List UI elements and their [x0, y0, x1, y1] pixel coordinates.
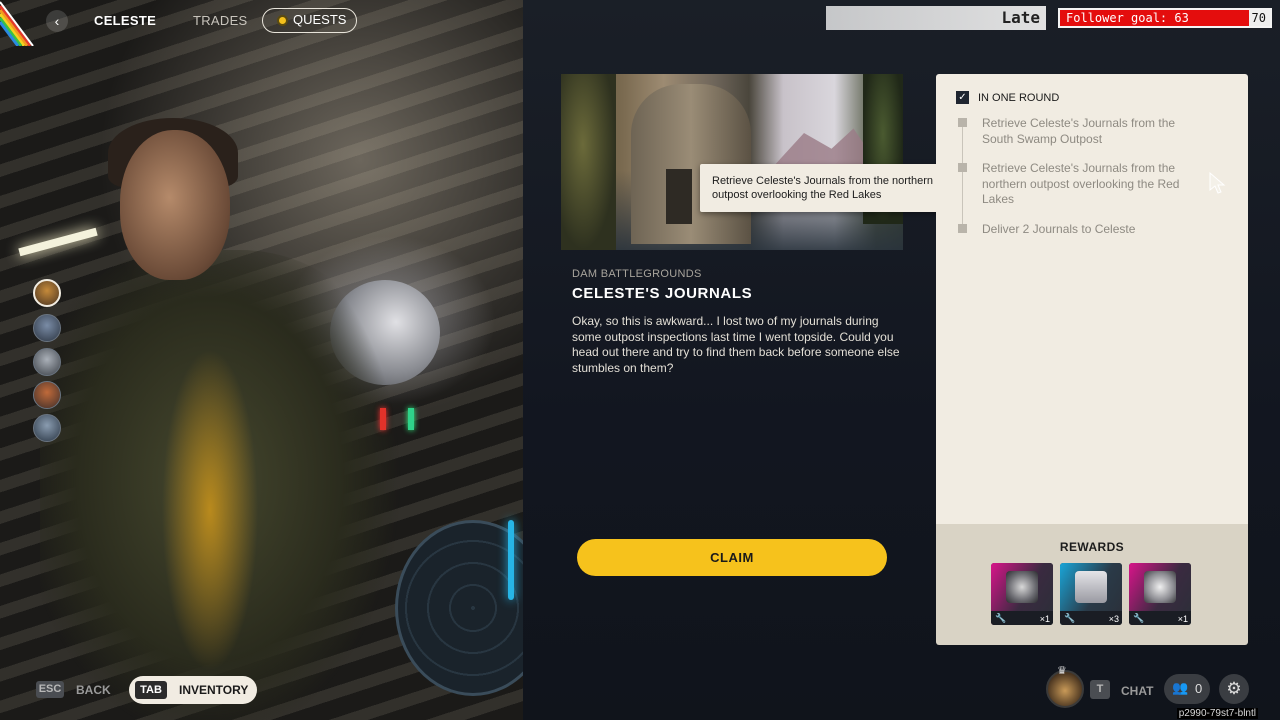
follower-goal-bar: Follower goal: 63 70	[1058, 8, 1272, 28]
wall-lamp	[18, 227, 98, 257]
settings-button[interactable]: ⚙	[1219, 674, 1249, 704]
character-portrait	[0, 0, 523, 720]
stream-rainbow-decoration	[0, 1, 34, 46]
late-label: Late	[1001, 8, 1040, 27]
inventory-label: INVENTORY	[179, 683, 249, 697]
esc-key-hint: ESC	[36, 681, 64, 698]
quest-description: Okay, so this is awkward... I lost two o…	[572, 314, 900, 375]
green-indicator-light	[408, 408, 414, 430]
reward-item-3[interactable]: 🔧 ×1	[1129, 563, 1191, 625]
reward-footer: 🔧 ×1	[991, 611, 1053, 625]
party-count: 0	[1195, 681, 1203, 696]
scrap-parts-icon	[1144, 571, 1176, 603]
image-tree-left	[561, 74, 616, 250]
quest-thumbnail-5[interactable]	[33, 414, 61, 442]
chat-button[interactable]: CHAT	[1121, 684, 1153, 698]
objective-item: Retrieve Celeste's Journals from the nor…	[982, 161, 1180, 206]
radar-console	[395, 520, 523, 696]
reward-item-2[interactable]: 🔧 ×3	[1060, 563, 1122, 625]
follower-goal-text: Follower goal: 63	[1066, 11, 1189, 25]
wrench-icon: 🔧	[995, 613, 1007, 623]
party-button[interactable]: 👥 0	[1164, 674, 1210, 704]
quest-dot-icon	[279, 17, 286, 24]
image-outpost-door	[666, 169, 692, 224]
tab-celeste[interactable]: CELESTE	[94, 13, 156, 28]
objective-item: Deliver 2 Journals to Celeste	[982, 222, 1136, 236]
character-body	[40, 250, 400, 720]
quest-zone: DAM BATTLEGROUNDS	[572, 268, 702, 280]
reward-item-1[interactable]: 🔧 ×1	[991, 563, 1053, 625]
mechanical-component-icon	[1006, 571, 1038, 603]
quest-thumbnail-2[interactable]	[33, 314, 61, 342]
quest-thumbnail-1[interactable]	[33, 279, 61, 307]
party-members-icon: 👥	[1172, 680, 1189, 695]
radar-glow	[508, 520, 514, 600]
objectives-connector-line	[962, 124, 963, 232]
objective-marker-icon	[958, 118, 967, 127]
claim-button[interactable]: CLAIM	[577, 539, 887, 576]
wrench-icon: 🔧	[1064, 613, 1076, 623]
quest-location-image	[561, 74, 903, 250]
build-id: p2990-79st7-blntl	[1176, 708, 1258, 719]
chat-key-hint: T	[1090, 680, 1110, 699]
objective-marker-icon	[958, 163, 967, 172]
tab-key-hint: TAB	[135, 681, 167, 699]
inventory-button[interactable]: TAB INVENTORY	[129, 676, 257, 704]
wrench-icon: 🔧	[1133, 613, 1145, 623]
objective-marker-icon	[958, 224, 967, 233]
reward-quantity: ×1	[1177, 614, 1188, 624]
gear-icon: ⚙	[1226, 679, 1242, 698]
mouse-cursor-icon	[1209, 172, 1226, 194]
reward-footer: 🔧 ×1	[1129, 611, 1191, 625]
chevron-left-icon: ‹	[54, 13, 60, 29]
quest-thumbnail-4[interactable]	[33, 381, 61, 409]
tab-trades[interactable]: TRADES	[193, 13, 248, 28]
tab-quests-label: QUESTS	[293, 12, 347, 27]
rewards-title: REWARDS	[1059, 540, 1125, 554]
reward-quantity: ×3	[1108, 614, 1119, 624]
red-indicator-light	[380, 408, 386, 430]
quest-title: CELESTE'S JOURNALS	[572, 285, 753, 302]
toolbox-icon	[1075, 571, 1107, 603]
tab-quests[interactable]: QUESTS	[262, 8, 357, 33]
back-label[interactable]: BACK	[76, 683, 111, 697]
reward-footer: 🔧 ×3	[1060, 611, 1122, 625]
checkbox-icon: ✓	[956, 91, 969, 104]
character-head	[120, 130, 230, 280]
crown-icon: ♛	[1057, 665, 1067, 677]
back-button[interactable]: ‹	[46, 10, 68, 32]
follower-goal-max: 70	[1251, 11, 1266, 25]
objective-tooltip: Retrieve Celeste's Journals from the nor…	[700, 164, 946, 212]
objectives-header-label: IN ONE ROUND	[978, 92, 1060, 104]
reward-quantity: ×1	[1039, 614, 1050, 624]
stream-late-banner: Late	[826, 6, 1046, 30]
objective-item: Retrieve Celeste's Journals from the Sou…	[982, 116, 1176, 146]
quest-thumbnail-3[interactable]	[33, 348, 61, 376]
